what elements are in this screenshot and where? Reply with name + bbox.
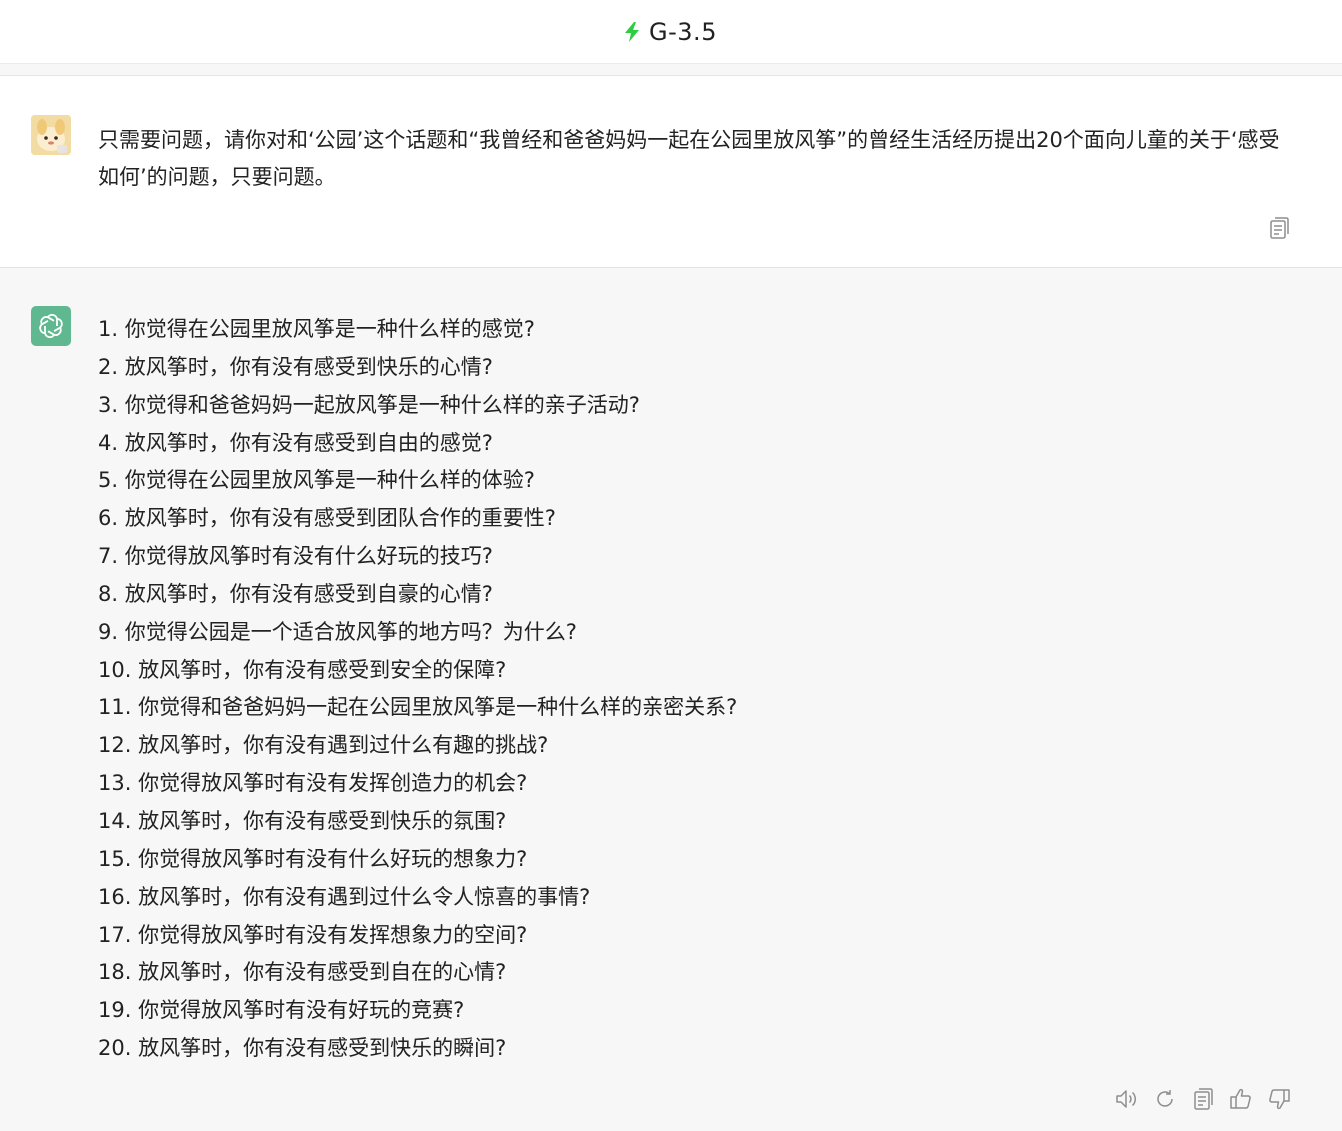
list-item: 7. 你觉得放风筝时有没有什么好玩的技巧? [98, 544, 493, 569]
list-item: 19. 你觉得放风筝时有没有好玩的竞赛? [98, 998, 465, 1023]
assistant-avatar [31, 306, 71, 346]
list-item: 11. 你觉得和爸爸妈妈一起在公园里放风筝是一种什么样的亲密关系? [98, 695, 738, 720]
regenerate-icon[interactable] [1152, 1086, 1177, 1112]
list-item: 9. 你觉得公园是一个适合放风筝的地方吗？为什么? [98, 619, 577, 644]
list-item: 20. 放风筝时，你有没有感受到快乐的瞬间? [98, 1036, 507, 1061]
lightning-bolt-icon [625, 21, 640, 42]
copy-icon[interactable] [1268, 216, 1290, 240]
header-divider [0, 63, 1342, 76]
list-item: 14. 放风筝时，你有没有感受到快乐的氛围? [98, 808, 507, 833]
list-item: 1. 你觉得在公园里放风筝是一种什么样的感觉? [98, 317, 535, 341]
list-item: 18. 放风筝时，你有没有感受到自在的心情? [98, 960, 507, 985]
user-message-text: 只需要问题，请你对和‘公园’这个话题和“我曾经和爸爸妈妈一起在公园里放风筝”的曾… [98, 128, 1280, 189]
model-title[interactable]: G-3.5 [649, 18, 717, 46]
list-item: 12. 放风筝时，你有没有遇到过什么有趣的挑战? [98, 733, 549, 758]
user-avatar [31, 115, 71, 155]
list-item: 17. 你觉得放风筝时有没有发挥想象力的空间? [98, 922, 528, 947]
assistant-message: 1. 你觉得在公园里放风筝是一种什么样的感觉? 2. 放风筝时，你有没有感受到快… [0, 268, 1342, 1131]
list-item: 16. 放风筝时，你有没有遇到过什么令人惊喜的事情? [98, 884, 591, 909]
list-item: 3. 你觉得和爸爸妈妈一起放风筝是一种什么样的亲子活动? [98, 392, 640, 417]
chat-header: G-3.5 [0, 0, 1342, 63]
list-item: 4. 放风筝时，你有没有感受到自由的感觉? [98, 430, 493, 455]
list-item: 5. 你觉得在公园里放风筝是一种什么样的体验? [98, 468, 535, 493]
list-item: 15. 你觉得放风筝时有没有什么好玩的想象力? [98, 846, 528, 871]
list-item: 10. 放风筝时，你有没有感受到安全的保障? [98, 657, 507, 682]
list-item: 2. 放风筝时，你有没有感受到快乐的心情? [98, 354, 493, 379]
list-item: 13. 你觉得放风筝时有没有发挥创造力的机会? [98, 771, 528, 796]
speaker-icon[interactable] [1114, 1086, 1139, 1112]
copy-icon[interactable] [1190, 1086, 1215, 1112]
list-item: 6. 放风筝时，你有没有感受到团队合作的重要性? [98, 506, 556, 531]
thumbs-up-icon[interactable] [1228, 1086, 1253, 1112]
answer-list: 1. 你觉得在公园里放风筝是一种什么样的感觉? 2. 放风筝时，你有没有感受到快… [98, 311, 737, 1068]
message-actions [1114, 1086, 1291, 1112]
thumbs-down-icon[interactable] [1266, 1086, 1291, 1112]
user-message: 只需要问题，请你对和‘公园’这个话题和“我曾经和爸爸妈妈一起在公园里放风筝”的曾… [0, 77, 1342, 268]
list-item: 8. 放风筝时，你有没有感受到自豪的心情? [98, 581, 493, 606]
